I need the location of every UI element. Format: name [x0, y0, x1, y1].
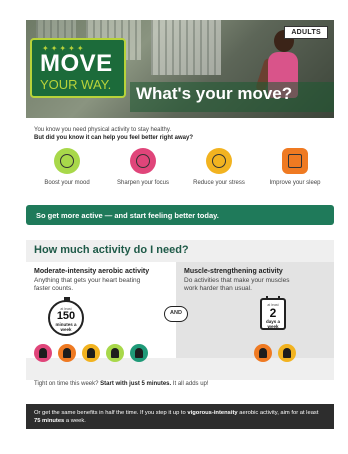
benefit-label: Sharpen your focus: [116, 180, 170, 186]
benefit-label: Improve your sleep: [269, 180, 321, 186]
stopwatch-icon: at least 150 minutes a week: [48, 297, 84, 336]
vig-d: 75 minutes: [34, 418, 65, 424]
calendar-icon: at least 2 days a week: [260, 296, 286, 330]
benefit-mood: Boost your mood: [32, 148, 102, 186]
aerobic-title: Moderate-intensity aerobic activity: [34, 268, 150, 275]
logo-line2: YOUR WAY.: [40, 77, 112, 92]
cycling-icon: [34, 344, 52, 362]
and-label: AND: [164, 306, 188, 322]
pushup-icon: [278, 344, 296, 362]
tight-pre: Tight on time this week?: [34, 381, 99, 387]
intro-line2: But did you know it can help you feel be…: [34, 135, 194, 141]
activity-title: How much activity do I need?: [34, 244, 189, 256]
muscle-desc: Do activities that make your muscles wor…: [184, 277, 290, 292]
muscle-title: Muscle-strengthening activity: [184, 268, 283, 275]
benefit-focus: Sharpen your focus: [108, 148, 178, 186]
brain-icon: [130, 148, 156, 174]
vig-b: vigorous-intensity: [187, 410, 238, 416]
vig-e: a week.: [65, 418, 86, 424]
intro-text: You know you need physical activity to s…: [34, 126, 324, 142]
swimming-icon: [58, 344, 76, 362]
aerobic-desc: Anything that gets your heart beating fa…: [34, 277, 141, 292]
muscle-activities: [254, 344, 304, 362]
page-title: What's your move?: [136, 84, 293, 103]
activity-panel: How much activity do I need? Moderate-in…: [26, 240, 334, 380]
audience-badge: ADULTS: [284, 26, 328, 39]
weightlifting-icon: [254, 344, 272, 362]
poster: ADULTS ✦✦✦✦✦ MOVE YOUR WAY. What's your …: [0, 0, 348, 454]
aerobic-column: Moderate-intensity aerobic activity Anyt…: [26, 262, 176, 362]
benefit-label: Boost your mood: [44, 180, 90, 186]
muscle-column: Muscle-strengthening activity Do activit…: [176, 262, 334, 362]
benefit-sleep: Improve your sleep: [260, 148, 330, 186]
vig-c: aerobic activity, aim for at least: [239, 410, 319, 416]
wheelchair-icon: [106, 344, 124, 362]
benefit-label: Reduce your stress: [193, 180, 245, 186]
aerobic-unit: minutes a week: [55, 322, 77, 332]
sleep-icon: [282, 148, 308, 174]
tight-bold: Start with just 5 minutes.: [100, 381, 172, 387]
tight-on-time: Tight on time this week? Start with just…: [34, 381, 209, 387]
dog-walking-icon: [82, 344, 100, 362]
aerobic-activities: [34, 344, 164, 362]
dancing-icon: [130, 344, 148, 362]
logo-line1: MOVE: [40, 50, 113, 77]
benefit-stress: Reduce your stress: [184, 148, 254, 186]
meditation-icon: [206, 148, 232, 174]
vigorous-box: Or get the same benefits in half the tim…: [26, 404, 334, 429]
cta-banner: So get more active — and start feeling b…: [26, 205, 334, 225]
building-image: [151, 20, 221, 75]
hero-banner: ADULTS ✦✦✦✦✦ MOVE YOUR WAY. What's your …: [26, 20, 334, 118]
smiley-icon: [54, 148, 80, 174]
tight-post: It all adds up!: [172, 381, 209, 387]
muscle-unit: days a week: [265, 319, 280, 329]
muscle-amount: 2: [269, 306, 277, 320]
intro-line1: You know you need physical activity to s…: [34, 127, 172, 133]
benefits-row: Boost your mood Sharpen your focus Reduc…: [28, 148, 332, 198]
aerobic-amount: 150: [56, 310, 76, 322]
move-your-way-logo: ✦✦✦✦✦ MOVE YOUR WAY.: [30, 38, 126, 98]
vig-a: Or get the same benefits in half the tim…: [34, 410, 186, 416]
